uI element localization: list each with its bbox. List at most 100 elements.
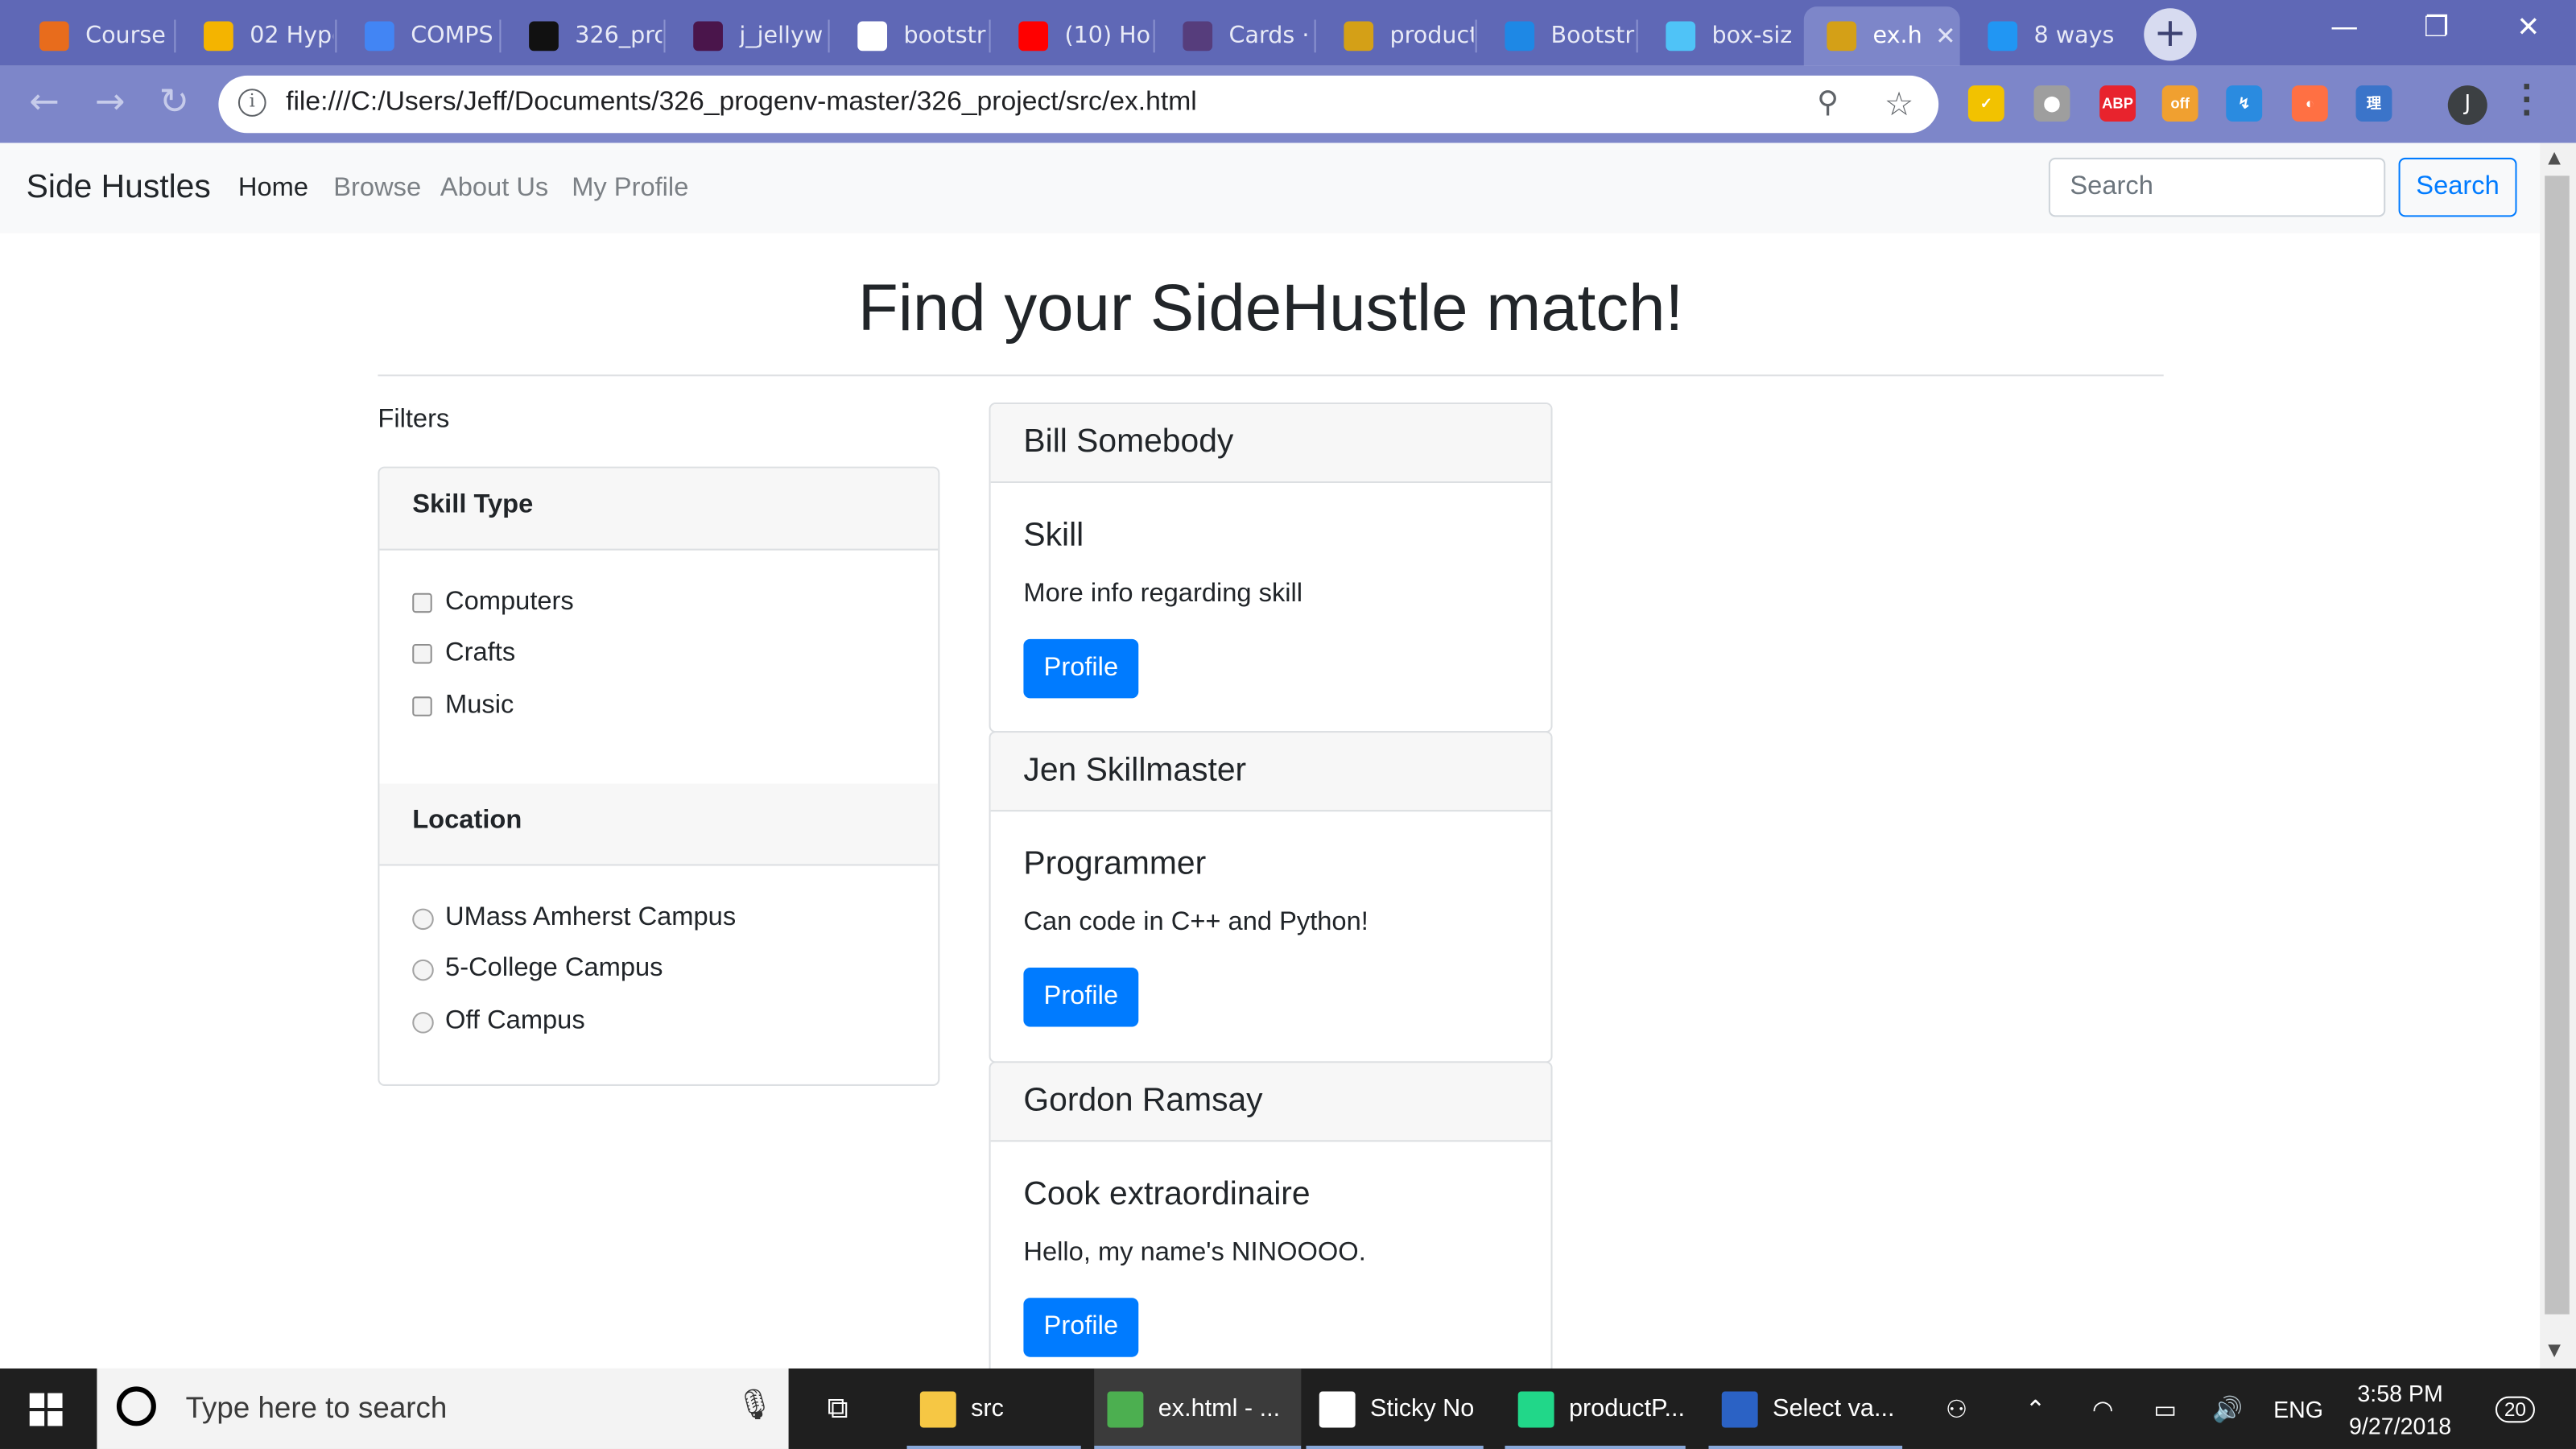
filters-title: Filters <box>378 406 450 434</box>
browser-tab[interactable]: Course <box>16 6 172 65</box>
colorful-extension-icon[interactable]: ↯ <box>2226 85 2263 122</box>
browser-tab-title: 326_pro <box>575 23 663 50</box>
browser-tab[interactable]: box-siz <box>1643 6 1796 65</box>
menu-kebab-icon[interactable]: · · · <box>2519 73 2535 129</box>
battery-icon[interactable]: ▭ <box>2144 1368 2186 1449</box>
zoom-icon[interactable]: ⚲ <box>1817 85 1839 120</box>
filter-off-campus[interactable]: Off Campus <box>412 1007 585 1037</box>
web-page: Side Hustles Home Browse About Us My Pro… <box>0 142 2541 1368</box>
cortana-icon[interactable] <box>116 1386 156 1426</box>
profile-button[interactable]: Profile <box>1023 1298 1139 1357</box>
microphone-icon[interactable]: 🎙 <box>736 1388 774 1422</box>
browser-tab-title: COMPS <box>411 23 493 50</box>
scroll-up-arrow-icon[interactable]: ▲ <box>2548 150 2561 167</box>
taskbar-app[interactable]: Sticky No <box>1306 1368 1484 1449</box>
profile-card: Gordon Ramsay Cook extraordinaire Hello,… <box>989 1061 1553 1368</box>
taskbar-app-label: Select va... <box>1773 1394 1895 1423</box>
adblock-plus-icon[interactable]: ABP <box>2099 85 2136 122</box>
taskbar-search-box[interactable]: Type here to search 🎙 <box>97 1368 789 1449</box>
orange-swirl-icon[interactable]: ◐ <box>2291 85 2328 122</box>
tab-separator <box>335 19 337 53</box>
page-scrollbar[interactable]: ▲ ▼ <box>2540 142 2576 1368</box>
browser-tab[interactable]: 8 ways <box>1965 6 2129 65</box>
volume-icon[interactable]: 🔊 <box>2207 1368 2249 1449</box>
norton-icon[interactable]: ✓ <box>1967 85 2004 122</box>
browser-tab[interactable]: bootstr <box>835 6 988 65</box>
filter-5-college[interactable]: 5-College Campus <box>412 955 663 985</box>
people-icon[interactable]: ⚇ <box>1932 1368 1981 1449</box>
action-center-icon[interactable]: 20 <box>2487 1368 2543 1449</box>
browser-tab[interactable]: 02 Hype <box>180 6 333 65</box>
task-view-icon[interactable]: ⧉ <box>810 1368 865 1449</box>
browser-tab[interactable]: ex.h ✕ <box>1803 6 1960 66</box>
reload-icon[interactable]: ↻ <box>153 82 196 125</box>
slides-icon <box>204 21 233 52</box>
nav-about-us[interactable]: About Us <box>440 174 548 204</box>
browser-tab-title: box-siz <box>1711 23 1793 50</box>
taskbar-search-placeholder[interactable]: Type here to search <box>186 1392 448 1426</box>
checkbox-computers[interactable] <box>412 592 432 613</box>
privacy-icon[interactable]: ⬤ <box>2033 85 2070 122</box>
filter-crafts[interactable]: Crafts <box>412 639 515 669</box>
filter-music[interactable]: Music <box>412 691 514 721</box>
scroll-down-arrow-icon[interactable]: ▼ <box>2548 1342 2561 1360</box>
show-hidden-icons-icon[interactable]: ⌃ <box>2014 1368 2057 1449</box>
browser-tab[interactable]: 326_pro <box>506 6 663 65</box>
scrollbar-thumb[interactable] <box>2545 175 2570 1315</box>
system-clock[interactable]: 3:58 PM 9/27/2018 <box>2333 1377 2467 1443</box>
taskbar-app[interactable]: Select va... <box>1708 1368 1903 1449</box>
radio-umass[interactable] <box>412 907 434 930</box>
browser-tab[interactable]: Cards · <box>1160 6 1313 65</box>
windows-start-icon[interactable] <box>29 1393 63 1426</box>
chrome-icon <box>1107 1390 1144 1427</box>
bookmark-star-icon[interactable]: ☆ <box>1885 84 1914 123</box>
browser-tab[interactable]: COMPS <box>341 6 497 65</box>
minimize-button[interactable]: — <box>2300 0 2388 59</box>
close-window-button[interactable]: ✕ <box>2484 0 2573 59</box>
dictionary-icon[interactable]: 理 <box>2355 85 2392 122</box>
language-indicator[interactable]: ENG <box>2267 1368 2330 1449</box>
browser-tab-title: bootstr <box>903 23 986 50</box>
taskbar-app[interactable]: productP... <box>1505 1368 1686 1449</box>
filter-computers[interactable]: Computers <box>412 588 574 618</box>
filter-crafts-label: Crafts <box>445 638 516 667</box>
profile-button[interactable]: Profile <box>1023 638 1139 699</box>
skill-type-header: Skill Type <box>379 468 939 551</box>
browser-tab[interactable]: product <box>1321 6 1474 65</box>
profile-card-header: Jen Skillmaster <box>990 733 1551 812</box>
profile-button[interactable]: Profile <box>1023 968 1139 1027</box>
url-text[interactable]: file:///C:/Users/Jeff/Documents/326_prog… <box>286 87 1197 118</box>
radio-off-campus[interactable] <box>412 1011 434 1033</box>
site-brand[interactable]: Side Hustles <box>27 169 211 207</box>
profile-card: Bill Somebody Skill More info regarding … <box>989 402 1553 733</box>
profile-avatar[interactable]: J <box>2447 85 2487 126</box>
tab-separator <box>1314 19 1316 53</box>
nav-home[interactable]: Home <box>238 174 308 204</box>
google-icon <box>857 21 888 52</box>
heading-divider <box>378 374 2164 377</box>
browser-tab[interactable]: j_jellyw <box>671 6 827 65</box>
close-tab-icon[interactable]: ✕ <box>1935 22 1956 52</box>
site-search-button[interactable]: Search <box>2398 157 2517 217</box>
radio-5-college[interactable] <box>412 958 434 980</box>
nav-my-profile[interactable]: My Profile <box>572 174 688 204</box>
forward-arrow-icon[interactable]: → <box>89 82 131 125</box>
extension-off-icon[interactable]: off <box>2161 85 2198 122</box>
filter-off-campus-label: Off Campus <box>445 1007 585 1035</box>
site-search-input[interactable] <box>2048 157 2386 217</box>
browser-tab[interactable]: (10) Ho <box>996 6 1152 65</box>
nav-browse[interactable]: Browse <box>333 174 421 204</box>
filter-umass[interactable]: UMass Amherst Campus <box>412 903 736 933</box>
back-arrow-icon[interactable]: ← <box>23 82 66 125</box>
taskbar-app[interactable]: ex.html - ... <box>1094 1368 1302 1449</box>
checkbox-music[interactable] <box>412 696 432 716</box>
restore-button[interactable]: ❐ <box>2392 0 2480 59</box>
address-bar[interactable]: i file:///C:/Users/Jeff/Documents/326_pr… <box>218 75 1939 134</box>
new-tab-button[interactable]: + <box>2144 8 2197 61</box>
site-info-icon[interactable]: i <box>237 89 266 117</box>
taskbar-app[interactable]: src <box>906 1368 1081 1449</box>
wifi-icon[interactable]: ◠ <box>2082 1368 2124 1449</box>
location-header: Location <box>379 783 939 866</box>
browser-tab[interactable]: Bootstr <box>1482 6 1635 65</box>
checkbox-crafts[interactable] <box>412 643 432 664</box>
